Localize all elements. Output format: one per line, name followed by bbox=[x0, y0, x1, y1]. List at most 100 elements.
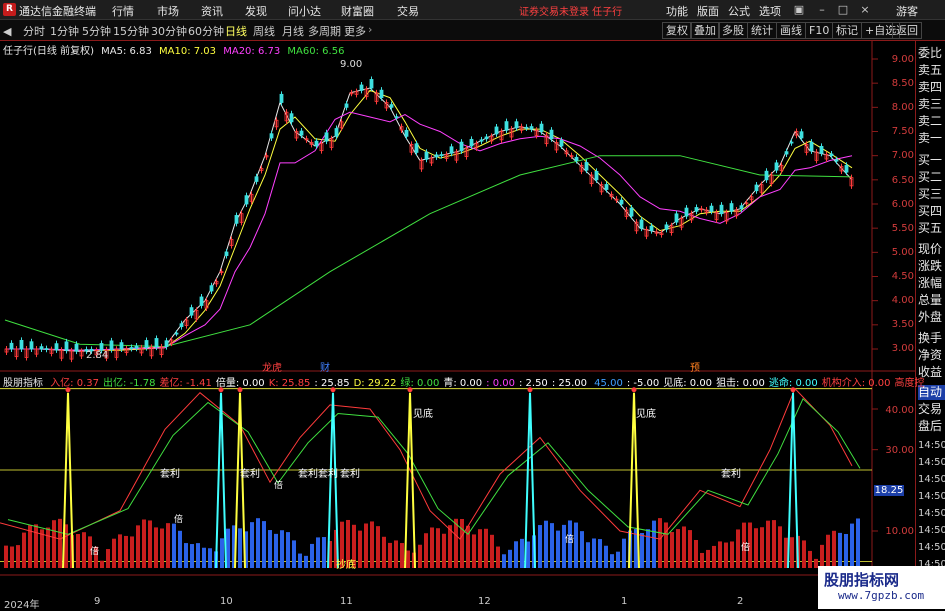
panel-item[interactable]: 卖二 bbox=[918, 114, 945, 129]
panel-trade[interactable]: 交易 bbox=[918, 402, 945, 417]
menu-layout[interactable]: 版面 bbox=[697, 3, 719, 19]
panel-item[interactable]: 现价 bbox=[918, 242, 945, 257]
marker-forecast[interactable]: 预 bbox=[690, 359, 700, 374]
money-flow-bar bbox=[658, 518, 662, 568]
panel-item[interactable]: 买四 bbox=[918, 204, 945, 219]
panel-item[interactable]: 外盘 bbox=[918, 310, 945, 325]
candle-body bbox=[109, 340, 114, 351]
period-monthly[interactable]: 月线 bbox=[282, 23, 304, 39]
f10-button[interactable]: F10 bbox=[805, 22, 834, 39]
guest-label[interactable]: 游客 bbox=[896, 3, 918, 19]
maximize-icon[interactable]: □ bbox=[835, 2, 851, 17]
period-30min[interactable]: 30分钟 bbox=[151, 23, 187, 39]
menu-options[interactable]: 选项 bbox=[759, 3, 781, 19]
time-tick: 14:50 bbox=[918, 457, 945, 468]
money-flow-bar bbox=[730, 541, 734, 568]
panel-item[interactable]: 买二 bbox=[918, 170, 945, 185]
panel-item[interactable]: 委比 bbox=[918, 46, 945, 61]
money-flow-bar bbox=[670, 532, 674, 568]
indicator-item: 差亿: -1.41 bbox=[159, 378, 212, 389]
chart-canvas[interactable] bbox=[0, 41, 915, 593]
period-1min[interactable]: 1分钟 bbox=[50, 23, 79, 39]
candle-body bbox=[269, 133, 274, 139]
indicator-item: 青: 0.00 bbox=[443, 378, 483, 389]
menu-market-quotes[interactable]: 行情 bbox=[112, 3, 134, 19]
stats-button[interactable]: 统计 bbox=[747, 22, 777, 39]
price-tick: 5.50 bbox=[891, 223, 914, 234]
money-flow-bar bbox=[184, 543, 188, 568]
draw-button[interactable]: 画线 bbox=[776, 22, 806, 39]
menu-ask[interactable]: 问小达 bbox=[288, 3, 321, 19]
app-name: 通达信金融终端 bbox=[19, 5, 96, 18]
candle-body bbox=[774, 162, 779, 171]
money-flow-bar bbox=[616, 551, 620, 568]
panel-item[interactable]: 卖一 bbox=[918, 131, 945, 146]
period-intraday[interactable]: 分时 bbox=[23, 23, 45, 39]
menu-wealth[interactable]: 财富圈 bbox=[341, 3, 374, 19]
candle-body bbox=[709, 205, 714, 212]
period-5min[interactable]: 5分钟 bbox=[82, 23, 111, 39]
money-flow-bar bbox=[592, 538, 596, 568]
menu-market[interactable]: 市场 bbox=[157, 3, 179, 19]
login-notice[interactable]: 证券交易未登录 任子行 bbox=[519, 3, 622, 18]
menu-trade[interactable]: 交易 bbox=[397, 3, 419, 19]
indicator-item: 逃命: 0.00 bbox=[768, 378, 818, 389]
panel-item[interactable]: 买五 bbox=[918, 221, 945, 236]
period-more[interactable]: 更多 bbox=[344, 23, 366, 39]
candle-body bbox=[594, 170, 599, 181]
panel-item[interactable]: 总量 bbox=[918, 293, 945, 308]
money-flow-bar bbox=[508, 549, 512, 568]
candle-body bbox=[719, 204, 724, 215]
money-flow-bar bbox=[286, 532, 290, 568]
candle-body bbox=[64, 341, 69, 351]
more-chevron-icon[interactable]: › bbox=[368, 23, 372, 36]
menu-function[interactable]: 功能 bbox=[666, 3, 688, 19]
money-flow-bar bbox=[682, 526, 686, 568]
period-multi[interactable]: 多周期 bbox=[308, 23, 341, 39]
period-daily[interactable]: 日线 bbox=[225, 23, 247, 39]
menu-formula[interactable]: 公式 bbox=[728, 3, 750, 19]
menu-discover[interactable]: 发现 bbox=[245, 3, 267, 19]
panel-item[interactable]: 净资 bbox=[918, 348, 945, 363]
back-button[interactable]: 返回 bbox=[892, 22, 922, 39]
panel-item[interactable]: 买三 bbox=[918, 187, 945, 202]
indicator-name[interactable]: 股朋指标 bbox=[3, 378, 43, 389]
menu-news[interactable]: 资讯 bbox=[201, 3, 223, 19]
period-15min[interactable]: 15分钟 bbox=[113, 23, 149, 39]
candle-body bbox=[369, 79, 374, 89]
candle-body bbox=[234, 215, 239, 224]
price-tick: 8.50 bbox=[891, 78, 914, 89]
adjust-button[interactable]: 复权 bbox=[662, 22, 692, 39]
close-icon[interactable]: × bbox=[857, 2, 873, 17]
money-flow-bar bbox=[76, 533, 80, 568]
period-weekly[interactable]: 周线 bbox=[253, 23, 275, 39]
candle-body bbox=[439, 154, 444, 157]
multi-stock-button[interactable]: 多股 bbox=[718, 22, 748, 39]
marker-longhu[interactable]: 龙虎 bbox=[262, 359, 282, 374]
panel-item[interactable]: 卖五 bbox=[918, 63, 945, 78]
user-icon[interactable]: ▣ bbox=[791, 2, 807, 17]
signal-double-label: 倍 bbox=[174, 515, 184, 525]
panel-item[interactable]: 买一 bbox=[918, 153, 945, 168]
marker-finance[interactable]: 财 bbox=[320, 359, 330, 374]
panel-item[interactable]: 涨幅 bbox=[918, 276, 945, 291]
x-tick: 10 bbox=[220, 596, 233, 607]
money-flow-bar bbox=[124, 535, 128, 568]
indicator-item: : 2.50 bbox=[518, 378, 548, 389]
money-flow-bar bbox=[610, 554, 614, 568]
minimize-icon[interactable]: – bbox=[814, 2, 830, 17]
panel-item[interactable]: 卖四 bbox=[918, 80, 945, 95]
candle-body bbox=[844, 165, 849, 173]
candle-body bbox=[674, 213, 679, 223]
mark-button[interactable]: 标记 bbox=[832, 22, 862, 39]
panel-item[interactable]: 换手 bbox=[918, 331, 945, 346]
period-60min[interactable]: 60分钟 bbox=[188, 23, 224, 39]
panel-after-hours[interactable]: 盘后 bbox=[918, 419, 945, 434]
overlay-button[interactable]: 叠加 bbox=[690, 22, 720, 39]
indicator-item: 入亿: 0.37 bbox=[50, 378, 100, 389]
candle-body bbox=[604, 184, 609, 190]
panel-item[interactable]: 卖三 bbox=[918, 97, 945, 112]
panel-item[interactable]: 涨跌 bbox=[918, 259, 945, 274]
money-flow-bar bbox=[154, 527, 158, 568]
toolbar-back-icon[interactable]: ◀ bbox=[3, 25, 11, 38]
